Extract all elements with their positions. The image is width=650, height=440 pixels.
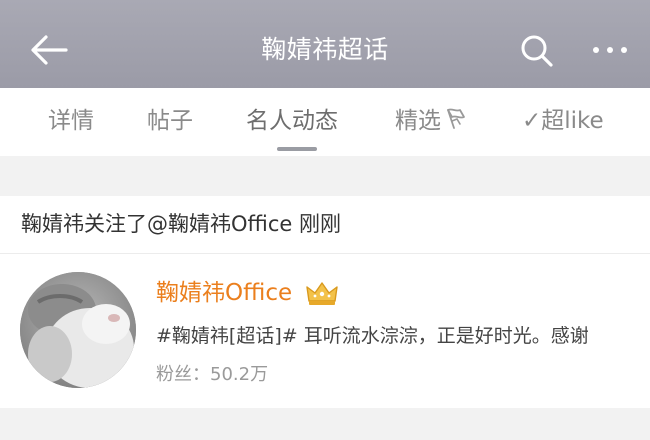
- search-icon: [521, 35, 553, 67]
- active-tab-indicator: [277, 147, 317, 151]
- user-description: #鞠婧祎[超话]# 耳听流水淙淙，正是好时光。感谢: [156, 325, 589, 347]
- flag-icon: [447, 108, 465, 129]
- more-dots-icon: [593, 47, 627, 53]
- more-button[interactable]: [586, 28, 634, 72]
- cat-avatar-image: [20, 272, 136, 388]
- top-nav-bar: 鞠婧祎超话: [0, 0, 650, 88]
- activity-text: 鞠婧祎关注了@鞠婧祎Office 刚刚: [21, 212, 341, 236]
- tab-featured[interactable]: 精选: [395, 88, 469, 156]
- tab-celebrity-activity[interactable]: 名人动态: [246, 88, 338, 156]
- fans-count: 粉丝：50.2万: [156, 364, 269, 385]
- avatar[interactable]: [20, 272, 136, 388]
- search-button[interactable]: [512, 28, 560, 72]
- tab-bar: 详情 帖子 名人动态 精选 ✓超like: [0, 88, 650, 156]
- tab-posts[interactable]: 帖子: [147, 88, 193, 156]
- tab-featured-label: 精选: [395, 108, 441, 134]
- card-divider: [0, 253, 650, 254]
- section-gap: [0, 156, 650, 180]
- user-name-link[interactable]: 鞠婧祎Office: [156, 277, 292, 309]
- crown-icon: [306, 282, 338, 305]
- tab-super-like[interactable]: ✓超like: [522, 88, 604, 156]
- tab-details[interactable]: 详情: [48, 88, 94, 156]
